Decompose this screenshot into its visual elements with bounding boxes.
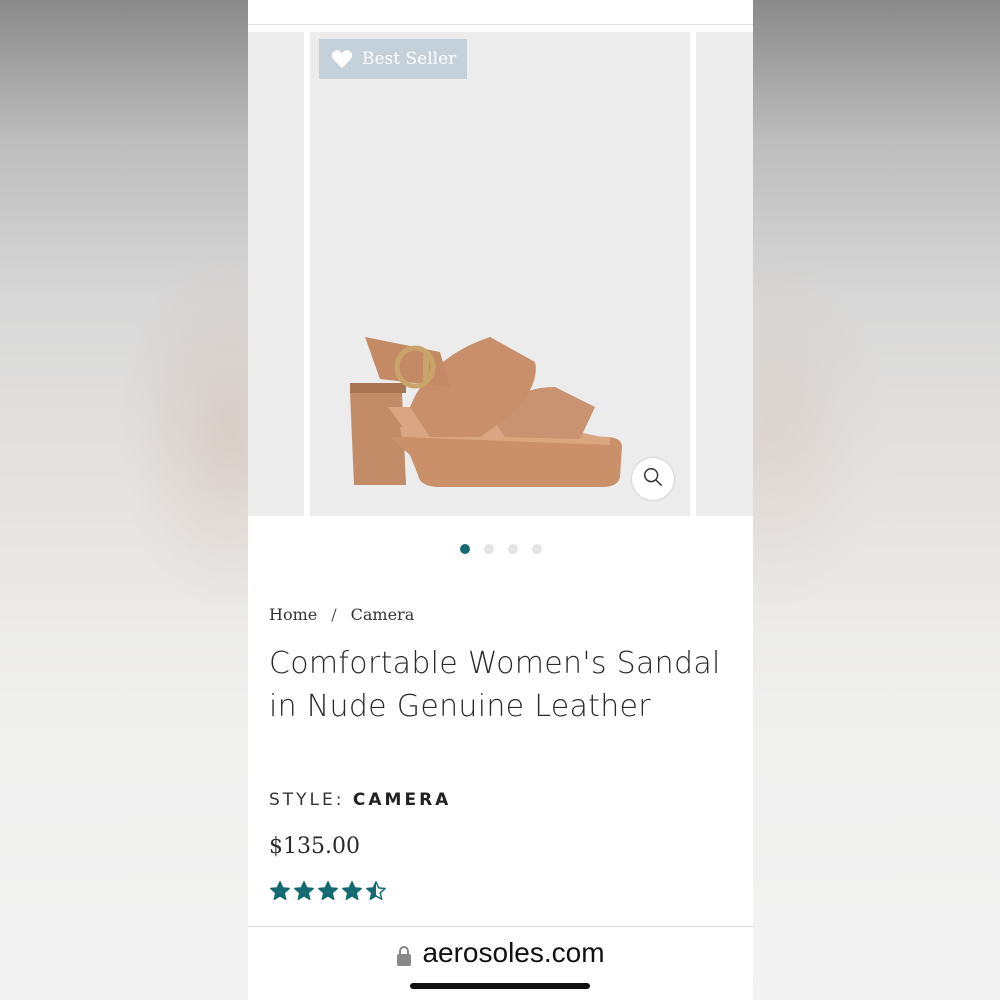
background-right	[753, 0, 1000, 1000]
badge-label: Best Seller	[362, 49, 457, 69]
product-title: Comfortable Women's Sandal in Nude Genui…	[269, 646, 721, 724]
carousel-dot-4[interactable]	[531, 544, 542, 554]
heart-icon	[331, 49, 353, 69]
breadcrumb-separator: /	[331, 605, 337, 624]
star-full-icon	[270, 881, 290, 900]
carousel-dot-2[interactable]	[483, 544, 494, 554]
lock-icon	[396, 942, 412, 966]
site-header	[248, 0, 753, 25]
product-image-carousel[interactable]: Best Seller	[248, 32, 753, 516]
carousel-slide-next[interactable]	[696, 32, 753, 516]
star-full-icon	[318, 881, 338, 900]
background-left	[0, 0, 248, 1000]
product-image-sandal	[350, 337, 622, 487]
breadcrumb: Home / Camera	[269, 605, 414, 624]
style-value: CAMERA	[352, 790, 452, 810]
star-full-icon	[342, 881, 362, 900]
best-seller-badge: Best Seller	[319, 39, 467, 79]
rating-stars[interactable]	[269, 880, 387, 902]
carousel-dot-1[interactable]	[459, 544, 470, 554]
home-indicator[interactable]	[410, 983, 590, 989]
carousel-dot-3[interactable]	[507, 544, 518, 554]
star-full-icon	[294, 881, 314, 900]
magnifier-icon	[642, 466, 664, 492]
breadcrumb-camera-link[interactable]: Camera	[351, 605, 415, 624]
breadcrumb-home-link[interactable]: Home	[269, 605, 317, 624]
carousel-slide-current[interactable]: Best Seller	[310, 32, 690, 516]
browser-bottom-bar: aerosoles.com	[248, 926, 753, 1000]
product-price: $135.00	[269, 834, 360, 859]
url-text: aerosoles.com	[422, 937, 605, 968]
star-half-icon	[366, 881, 386, 900]
zoom-button[interactable]	[632, 458, 674, 500]
carousel-pagination	[248, 544, 753, 556]
mobile-screen: Best Seller Home / Camera Comfortable Wo…	[248, 0, 753, 1000]
style-label: STYLE:	[269, 790, 345, 810]
product-style: STYLE: CAMERA	[269, 790, 451, 810]
carousel-slide-previous[interactable]	[248, 32, 304, 516]
address-bar[interactable]: aerosoles.com	[248, 937, 753, 969]
